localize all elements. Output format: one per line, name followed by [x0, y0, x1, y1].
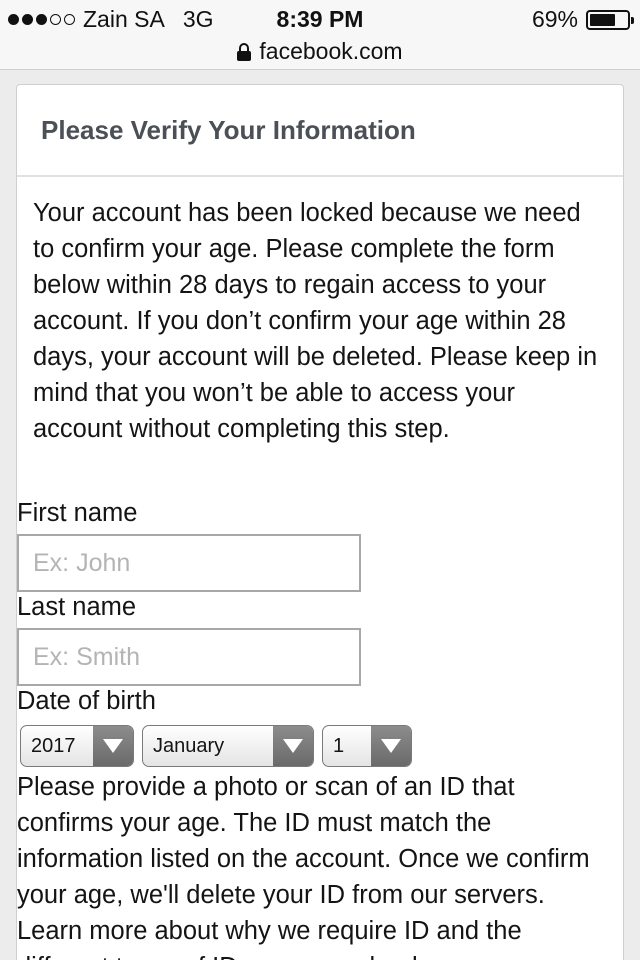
- first-name-label: First name: [17, 499, 138, 527]
- id-instructions: Please provide a photo or scan of an ID …: [17, 773, 590, 960]
- birth-month-select[interactable]: January: [142, 725, 314, 767]
- card-title: Please Verify Your Information: [17, 85, 623, 177]
- battery-icon: [586, 9, 634, 30]
- url-domain[interactable]: facebook.com: [259, 38, 402, 65]
- dob-label: Date of birth: [17, 687, 156, 715]
- battery-level: [590, 13, 615, 26]
- status-bar-right: 69%: [531, 6, 634, 33]
- birth-year-select[interactable]: 2017: [20, 725, 134, 767]
- birth-day-select[interactable]: 1: [322, 725, 412, 767]
- chevron-down-icon: [273, 726, 313, 766]
- birth-month-value: January: [153, 734, 225, 757]
- verify-card: Please Verify Your Information Your acco…: [16, 84, 624, 960]
- first-name-input[interactable]: [17, 534, 361, 592]
- last-name-input[interactable]: [17, 628, 361, 686]
- birth-day-value: 1: [333, 734, 345, 757]
- address-bar[interactable]: facebook.com: [0, 38, 640, 70]
- intro-text: Your account has been locked because we …: [33, 199, 598, 443]
- status-bar: Zain SA 3G 8:39 PM 69%: [0, 0, 640, 40]
- birth-year-value: 2017: [31, 734, 76, 757]
- lock-icon: [237, 42, 252, 61]
- battery-percent: 69%: [531, 6, 578, 32]
- chevron-down-icon: [93, 726, 133, 766]
- last-name-label: Last name: [17, 593, 137, 621]
- chevron-down-icon: [371, 726, 411, 766]
